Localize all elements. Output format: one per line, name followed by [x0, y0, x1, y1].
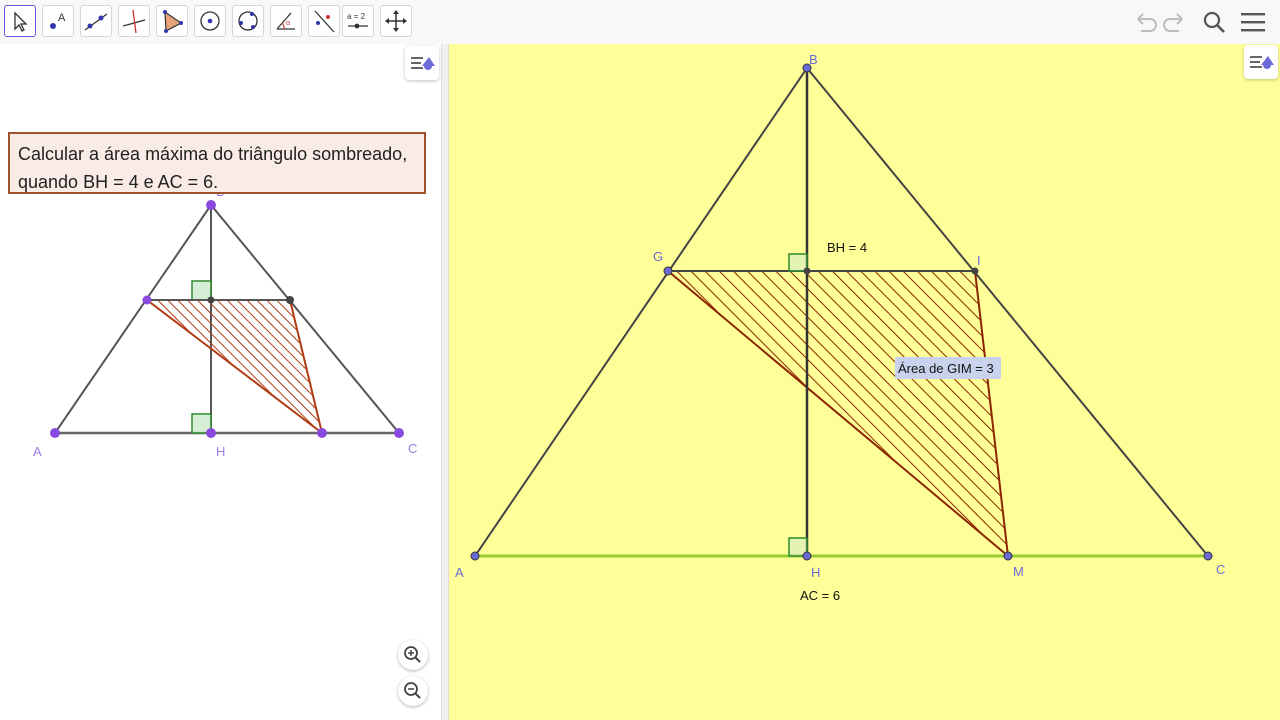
- circle-tool-button[interactable]: [194, 5, 226, 37]
- preview-point-g: [142, 295, 152, 305]
- point-i[interactable]: [971, 267, 979, 275]
- move-graphics-button[interactable]: [380, 5, 412, 37]
- problem-line-2: quando BH = 4 e AC = 6.: [18, 172, 219, 192]
- circle-points-icon: [238, 11, 258, 31]
- svg-text:A: A: [58, 12, 66, 24]
- preview-shaded-triangle: [144, 299, 324, 436]
- main-menu-button[interactable]: [1238, 7, 1268, 37]
- undo-button[interactable]: [1130, 7, 1160, 37]
- zoom-out-icon: [404, 682, 421, 699]
- redo-button[interactable]: [1160, 7, 1190, 37]
- slider-icon: a = 2: [347, 12, 368, 29]
- perpendicular-line-icon: [122, 9, 146, 34]
- zoom-out-button[interactable]: [398, 676, 428, 706]
- zoom-in-button[interactable]: [398, 640, 428, 670]
- label-h: H: [811, 565, 820, 580]
- angle-tool-button[interactable]: α: [270, 5, 302, 37]
- ac-length-label: AC = 6: [800, 588, 840, 603]
- view-divider[interactable]: [441, 44, 449, 720]
- label-a: A: [455, 565, 464, 580]
- svg-text:α: α: [286, 20, 290, 27]
- point-g[interactable]: [663, 266, 673, 276]
- preview-point-c: [394, 428, 404, 438]
- preview-point-m: [317, 428, 327, 438]
- bh-length-label: BH = 4: [827, 240, 867, 255]
- point-c[interactable]: [1203, 551, 1213, 561]
- preview-point-b: [206, 200, 216, 210]
- move-tool-button[interactable]: [4, 5, 36, 37]
- preview-point-i: [286, 296, 294, 304]
- preview-label-c: C: [408, 441, 417, 456]
- slider-tool-button[interactable]: a = 2: [342, 5, 374, 37]
- cursor-arrow-icon: [14, 11, 28, 32]
- problem-line-1: Calcular a área máxima do triângulo somb…: [18, 144, 408, 164]
- preview-label-a: A: [33, 444, 42, 459]
- area-gim-label: Área de GIM = 3: [898, 361, 994, 376]
- point-a[interactable]: [470, 551, 480, 561]
- algebra-view: B A H C Calcular a área máxima do triâng…: [0, 44, 441, 720]
- move-arrows-icon: [385, 10, 407, 32]
- circle-through-points-button[interactable]: [232, 5, 264, 37]
- point-m[interactable]: [1003, 551, 1013, 561]
- perpendicular-tool-button[interactable]: [118, 5, 150, 37]
- problem-statement[interactable]: Calcular a área máxima do triângulo somb…: [8, 132, 426, 194]
- slider-tool-label: a = 2: [347, 12, 366, 21]
- label-i: I: [977, 253, 981, 268]
- search-button[interactable]: [1199, 7, 1229, 37]
- preview-label-h: H: [216, 444, 225, 459]
- preview-point-h: [206, 428, 216, 438]
- shaded-triangle-gim[interactable]: [665, 270, 1010, 559]
- toolbar: A α a = 2: [0, 0, 1280, 45]
- preview-right-angle-top: [191, 280, 212, 301]
- undo-icon: [1137, 13, 1157, 32]
- circle-center-icon: [200, 11, 220, 31]
- point-icon: A: [50, 12, 66, 29]
- line-tool-button[interactable]: [80, 5, 112, 37]
- polygon-tool-button[interactable]: [156, 5, 188, 37]
- intersection-point[interactable]: [803, 267, 811, 275]
- point-tool-button[interactable]: A: [42, 5, 74, 37]
- point-h[interactable]: [802, 551, 812, 561]
- right-angle-marker-top: [788, 253, 808, 272]
- label-c: C: [1216, 562, 1225, 577]
- graphics-style-bar-toggle[interactable]: [1244, 45, 1278, 79]
- graphics-view[interactable]: B G I A H M C BH = 4 AC = 6 Área de GIM …: [449, 44, 1280, 720]
- polygon-icon: [163, 10, 183, 33]
- label-m: M: [1013, 564, 1024, 579]
- reflect-line-icon: [314, 10, 335, 33]
- preview-intersection-point: [207, 296, 215, 304]
- hamburger-menu-icon: [1241, 13, 1265, 32]
- angle-icon: α: [276, 12, 295, 30]
- line-icon: [84, 13, 108, 31]
- search-icon: [1203, 11, 1225, 33]
- zoom-in-icon: [404, 646, 421, 663]
- label-b: B: [809, 52, 818, 67]
- main-figure: B G I A H M C BH = 4 AC = 6 Área de GIM …: [455, 52, 1225, 603]
- label-g: G: [653, 249, 663, 264]
- style-bar-icon: [1250, 56, 1274, 69]
- reflect-tool-button[interactable]: [308, 5, 340, 37]
- redo-icon: [1163, 13, 1183, 32]
- preview-point-a: [50, 428, 60, 438]
